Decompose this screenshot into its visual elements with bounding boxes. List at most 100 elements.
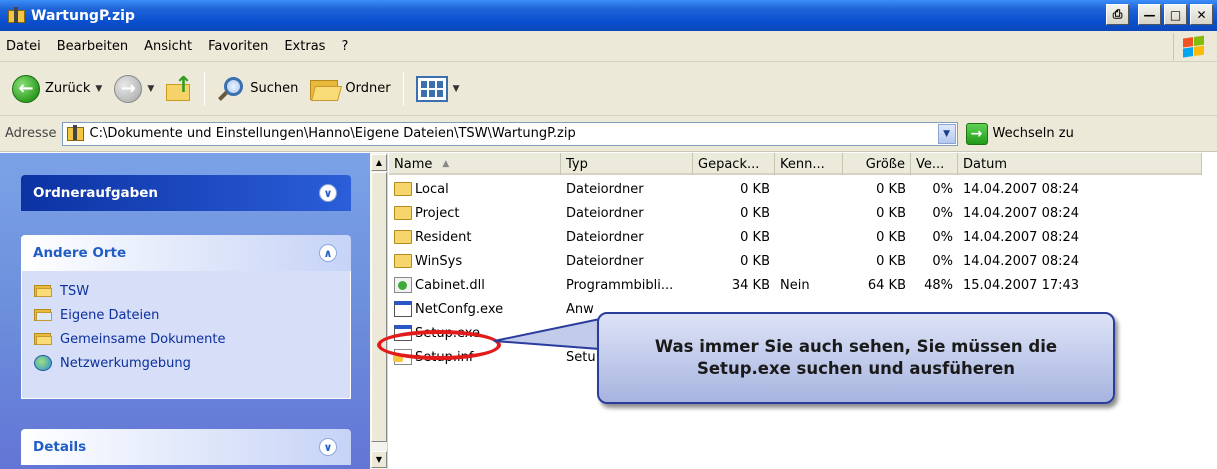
cell-type: Dateiordner [561, 201, 693, 225]
cell-packed: 0 KB [693, 201, 775, 225]
table-row[interactable]: Resident Dateiordner 0 KB 0 KB 0% 14.04.2007 … [389, 225, 1202, 249]
menu-help[interactable]: ? [333, 39, 356, 54]
address-dropdown-icon[interactable]: ▼ [937, 123, 956, 144]
folders-button[interactable]: Ordner [304, 69, 396, 109]
back-button[interactable]: ← Zurück ▼ [6, 69, 108, 109]
highlight-ellipse [377, 330, 501, 360]
cell-text: 0 KB [740, 253, 770, 269]
file-name: Resident [415, 229, 472, 245]
minimize-button[interactable]: — [1138, 4, 1161, 25]
column-name[interactable]: Name ▲ [389, 153, 561, 175]
back-dropdown-icon[interactable]: ▼ [95, 84, 102, 94]
cell-size: 64 KB [843, 273, 911, 297]
column-label: Ve... [916, 156, 945, 172]
up-button[interactable]: ↑ [160, 69, 198, 109]
print-icon[interactable]: ⎙ [1106, 4, 1129, 25]
expand-chevron-icon[interactable]: ∨ [319, 184, 337, 202]
other-places-header[interactable]: Andere Orte ∧ [21, 235, 351, 271]
forward-button[interactable]: → ▼ [108, 69, 160, 109]
place-label: Eigene Dateien [60, 307, 160, 323]
cell-text: 0 KB [740, 205, 770, 221]
folder-icon [394, 181, 412, 197]
views-button[interactable]: ▼ [410, 69, 466, 109]
go-button[interactable]: → Wechseln zu [965, 122, 1074, 145]
menu-extras[interactable]: Extras [276, 39, 333, 54]
cell-ratio: 0% [911, 201, 958, 225]
vertical-scrollbar[interactable]: ▲ ▼ [370, 153, 388, 469]
search-button[interactable]: Suchen [211, 69, 304, 109]
place-tsw[interactable]: TSW [34, 279, 338, 303]
table-row[interactable]: Project Dateiordner 0 KB 0 KB 0% 14.04.2007 0… [389, 201, 1202, 225]
cell-text: 14.04.2007 08:24 [963, 181, 1080, 197]
close-button[interactable]: ✕ [1190, 4, 1213, 25]
place-netzwerkumgebung[interactable]: Netzwerkumgebung [34, 351, 338, 375]
cell-date: 14.04.2007 08:24 [958, 201, 1202, 225]
search-icon [217, 75, 245, 103]
cell-pw [775, 177, 843, 201]
cell-text: 0 KB [876, 253, 906, 269]
toolbar-separator [402, 71, 404, 106]
address-label: Adresse [5, 126, 57, 141]
cell-type: Dateiordner [561, 249, 693, 273]
callout-line-2: Setup.exe suchen und ausfüheren [696, 359, 1016, 378]
views-dropdown-icon[interactable]: ▼ [453, 84, 460, 94]
cell-type: Programmbibli... [561, 273, 693, 297]
scroll-down-icon[interactable]: ▼ [371, 451, 387, 468]
expand-chevron-icon[interactable]: ∨ [319, 438, 337, 456]
cell-ratio: 0% [911, 249, 958, 273]
details-header[interactable]: Details ∨ [21, 429, 351, 465]
address-bar: Adresse C:\Dokumente und Einstellungen\H… [0, 116, 1217, 152]
column-label: Kenn... [780, 156, 825, 172]
place-eigene-dateien[interactable]: Eigene Dateien [34, 303, 338, 327]
column-password[interactable]: Kenn... [775, 153, 843, 175]
menu-favoriten[interactable]: Favoriten [200, 39, 276, 54]
cell-text: Nein [780, 277, 810, 293]
folder-tasks-header[interactable]: Ordneraufgaben ∨ [21, 175, 351, 211]
sort-ascending-icon: ▲ [442, 159, 450, 169]
callout-box: Was immer Sie auch sehen, Sie müssen die… [597, 312, 1115, 404]
cell-date: 14.04.2007 08:24 [958, 225, 1202, 249]
file-list-pane: ▲ ▼ Name ▲ Typ Gepack... Kenn... Größe V… [370, 153, 1217, 469]
dll-icon [394, 277, 412, 293]
back-arrow-icon: ← [12, 74, 40, 103]
menu-bar: Datei Bearbeiten Ansicht Favoriten Extra… [0, 31, 1217, 62]
cell-text: 15.04.2007 17:43 [963, 277, 1080, 293]
address-path: C:\Dokumente und Einstellungen\Hanno\Eig… [89, 126, 576, 141]
column-type[interactable]: Typ [561, 153, 693, 175]
cell-ratio: 0% [911, 225, 958, 249]
cell-pw [775, 225, 843, 249]
folder-icon [34, 332, 52, 346]
address-input[interactable]: C:\Dokumente und Einstellungen\Hanno\Eig… [61, 121, 958, 146]
scroll-thumb[interactable] [371, 172, 387, 442]
cell-text: 14.04.2007 08:24 [963, 229, 1080, 245]
network-icon [34, 355, 52, 371]
scroll-up-icon[interactable]: ▲ [371, 154, 387, 171]
collapse-chevron-icon[interactable]: ∧ [319, 244, 337, 262]
zip-folder-icon [66, 125, 84, 142]
cell-text: 64 KB [867, 277, 906, 293]
go-arrow-icon: → [965, 122, 988, 145]
go-label: Wechseln zu [992, 126, 1074, 141]
cell-packed: 34 KB [693, 273, 775, 297]
forward-dropdown-icon[interactable]: ▼ [147, 84, 154, 94]
cell-text: Dateiordner [566, 253, 644, 269]
maximize-button[interactable]: □ [1164, 4, 1187, 25]
menu-bearbeiten[interactable]: Bearbeiten [49, 39, 136, 54]
menu-ansicht[interactable]: Ansicht [136, 39, 200, 54]
column-date[interactable]: Datum [958, 153, 1202, 175]
cell-text: 0 KB [876, 229, 906, 245]
file-name: Local [415, 181, 449, 197]
cell-text: 0 KB [740, 181, 770, 197]
cell-name: Cabinet.dll [389, 273, 561, 297]
cell-type: Dateiordner [561, 225, 693, 249]
cell-text: 48% [924, 277, 953, 293]
menu-datei[interactable]: Datei [0, 39, 49, 54]
cell-text: 34 KB [731, 277, 770, 293]
column-packed[interactable]: Gepack... [693, 153, 775, 175]
table-row[interactable]: Cabinet.dll Programmbibli... 34 KB Nein 64 K… [389, 273, 1202, 297]
column-ratio[interactable]: Ve... [911, 153, 958, 175]
table-row[interactable]: WinSys Dateiordner 0 KB 0 KB 0% 14.04.2007 08… [389, 249, 1202, 273]
place-gemeinsame-dokumente[interactable]: Gemeinsame Dokumente [34, 327, 338, 351]
column-size[interactable]: Größe [843, 153, 911, 175]
table-row[interactable]: Local Dateiordner 0 KB 0 KB 0% 14.04.2007 08:… [389, 177, 1202, 201]
